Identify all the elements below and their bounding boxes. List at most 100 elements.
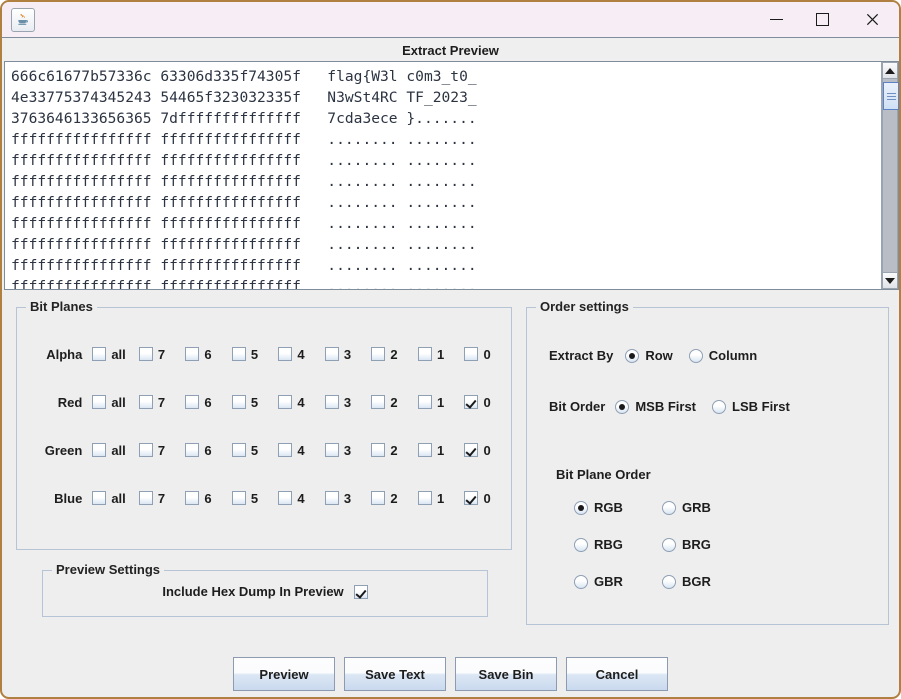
- bit-order-label: Bit Order: [549, 399, 606, 414]
- checkbox-green-3[interactable]: [324, 443, 339, 457]
- radio-label: Column: [708, 348, 758, 363]
- scrollbar-thumb[interactable]: [883, 82, 899, 110]
- checkbox-label: 4: [297, 346, 305, 362]
- checkbox-blue-5[interactable]: [231, 491, 246, 505]
- scroll-down-button[interactable]: [882, 272, 898, 289]
- extract-by-row: Extract By Row Column: [549, 348, 757, 363]
- extract-by-label: Extract By: [549, 348, 614, 363]
- checkbox-label: 5: [250, 490, 259, 506]
- checkbox-alpha-all[interactable]: [92, 347, 107, 361]
- radio-indicator-icon: [625, 348, 640, 363]
- checkbox-red-7[interactable]: [138, 395, 153, 409]
- bit-plane-cell: 5: [231, 347, 279, 362]
- radio-label: RBG: [594, 537, 623, 552]
- checkbox-green-4[interactable]: [278, 443, 293, 457]
- vertical-scrollbar[interactable]: [881, 62, 899, 289]
- checkbox-alpha-5[interactable]: [231, 347, 246, 361]
- checkbox-red-all[interactable]: [92, 395, 107, 409]
- checkbox-green-6[interactable]: [185, 443, 200, 457]
- checkbox-label: 3: [343, 346, 352, 362]
- checkbox-blue-all[interactable]: [92, 491, 107, 505]
- bit-plane-channel-label: Alpha: [46, 346, 83, 362]
- bit-plane-cell: 4: [278, 443, 325, 458]
- checkbox-label: 0: [483, 442, 491, 458]
- save-text-button[interactable]: Save Text: [344, 657, 446, 691]
- checkbox-alpha-4[interactable]: [278, 347, 293, 361]
- checkbox-label: 2: [390, 346, 398, 362]
- bit-plane-cell: 7: [138, 346, 186, 362]
- hex-dump-line: ffffffffffffffff ffffffffffffffff ......…: [11, 152, 477, 169]
- checkbox-blue-7[interactable]: [138, 491, 153, 505]
- checkbox-alpha-6[interactable]: [185, 347, 200, 361]
- radio-extract-by-row[interactable]: Row: [625, 348, 673, 363]
- hex-dump-line: ffffffffffffffff ffffffffffffffff ......…: [11, 131, 477, 148]
- radio-indicator-icon: [688, 348, 703, 363]
- checkbox-label: 7: [157, 346, 166, 362]
- checkbox-red-6[interactable]: [185, 395, 200, 409]
- checkbox-green-2[interactable]: [371, 443, 386, 457]
- bit-plane-cell: 1: [417, 395, 465, 410]
- maximize-button[interactable]: [799, 2, 845, 37]
- checkbox-red-5[interactable]: [231, 395, 246, 409]
- radio-extract-by-column[interactable]: Column: [688, 348, 758, 363]
- page-title: Extract Preview: [2, 37, 899, 62]
- scroll-up-button[interactable]: [882, 62, 898, 79]
- checkbox-green-1[interactable]: [417, 443, 432, 457]
- checkbox-label: 4: [297, 394, 305, 410]
- radio-bit-plane-order-brg[interactable]: BRG: [662, 537, 711, 552]
- radio-bit-plane-order-bgr[interactable]: BGR: [662, 574, 711, 589]
- radio-bit-plane-order-rgb[interactable]: RGB: [574, 500, 623, 515]
- triangle-down-icon: [885, 277, 895, 284]
- bit-plane-cell: 6: [185, 491, 232, 506]
- checkbox-green-5[interactable]: [231, 443, 246, 457]
- bit-plane-cell: 6: [185, 347, 232, 362]
- checkbox-label: 4: [297, 490, 305, 506]
- minimize-icon: [769, 19, 783, 20]
- checkbox-blue-4[interactable]: [278, 491, 293, 505]
- radio-label: LSB First: [732, 399, 790, 414]
- radio-bit-plane-order-gbr[interactable]: GBR: [574, 574, 623, 589]
- bit-plane-cell: 2: [371, 491, 418, 506]
- checkbox-red-3[interactable]: [324, 395, 339, 409]
- close-button[interactable]: [845, 2, 899, 37]
- bit-plane-cell: 1: [417, 347, 465, 362]
- thumb-grip-line: [886, 98, 896, 100]
- checkbox-alpha-7[interactable]: [138, 347, 153, 361]
- checkbox-alpha-1[interactable]: [417, 347, 432, 361]
- checkbox-alpha-0[interactable]: [464, 347, 479, 361]
- checkbox-alpha-3[interactable]: [324, 347, 339, 361]
- hex-dump-text-area[interactable]: 666c61677b57336c 63306d335f74305f flag{W…: [5, 62, 881, 289]
- checkbox-alpha-2[interactable]: [371, 347, 386, 361]
- checkbox-green-7[interactable]: [138, 443, 153, 457]
- bit-plane-cell: all: [92, 347, 139, 362]
- checkbox-red-1[interactable]: [417, 395, 432, 409]
- minimize-button[interactable]: [753, 2, 799, 37]
- checkbox-label: all: [111, 490, 126, 506]
- bit-planes-panel-title: Bit Planes: [26, 299, 97, 314]
- cancel-button[interactable]: Cancel: [566, 657, 668, 691]
- checkbox-blue-6[interactable]: [185, 491, 200, 505]
- checkbox-blue-0[interactable]: [464, 491, 479, 505]
- checkbox-green-0[interactable]: [464, 443, 479, 457]
- bit-plane-cell: 3: [324, 395, 372, 410]
- radio-bit-plane-order-rbg[interactable]: RBG: [574, 537, 623, 552]
- checkbox-blue-2[interactable]: [371, 491, 386, 505]
- hex-dump-line: 3763646133656365 7dffffffffffffff 7cda3e…: [11, 110, 477, 127]
- include-hex-dump-checkbox[interactable]: [353, 584, 368, 599]
- radio-bit-order-msb[interactable]: MSB First: [615, 399, 696, 414]
- radio-bit-plane-order-grb[interactable]: GRB: [662, 500, 711, 515]
- checkbox-red-2[interactable]: [371, 395, 386, 409]
- checkbox-blue-3[interactable]: [324, 491, 339, 505]
- preview-button[interactable]: Preview: [233, 657, 335, 691]
- bit-plane-cell: 5: [231, 395, 279, 410]
- radio-bit-order-lsb[interactable]: LSB First: [712, 399, 790, 414]
- save-bin-button[interactable]: Save Bin: [455, 657, 557, 691]
- checkbox-green-all[interactable]: [92, 443, 107, 457]
- hex-dump-line: ffffffffffffffff ffffffffffffffff ......…: [11, 278, 477, 289]
- checkbox-label: 4: [297, 442, 305, 458]
- scrollbar-track[interactable]: [882, 79, 899, 272]
- checkbox-red-4[interactable]: [278, 395, 293, 409]
- checkbox-red-0[interactable]: [464, 395, 479, 409]
- checkbox-blue-1[interactable]: [417, 491, 432, 505]
- checkbox-label: 0: [483, 346, 491, 362]
